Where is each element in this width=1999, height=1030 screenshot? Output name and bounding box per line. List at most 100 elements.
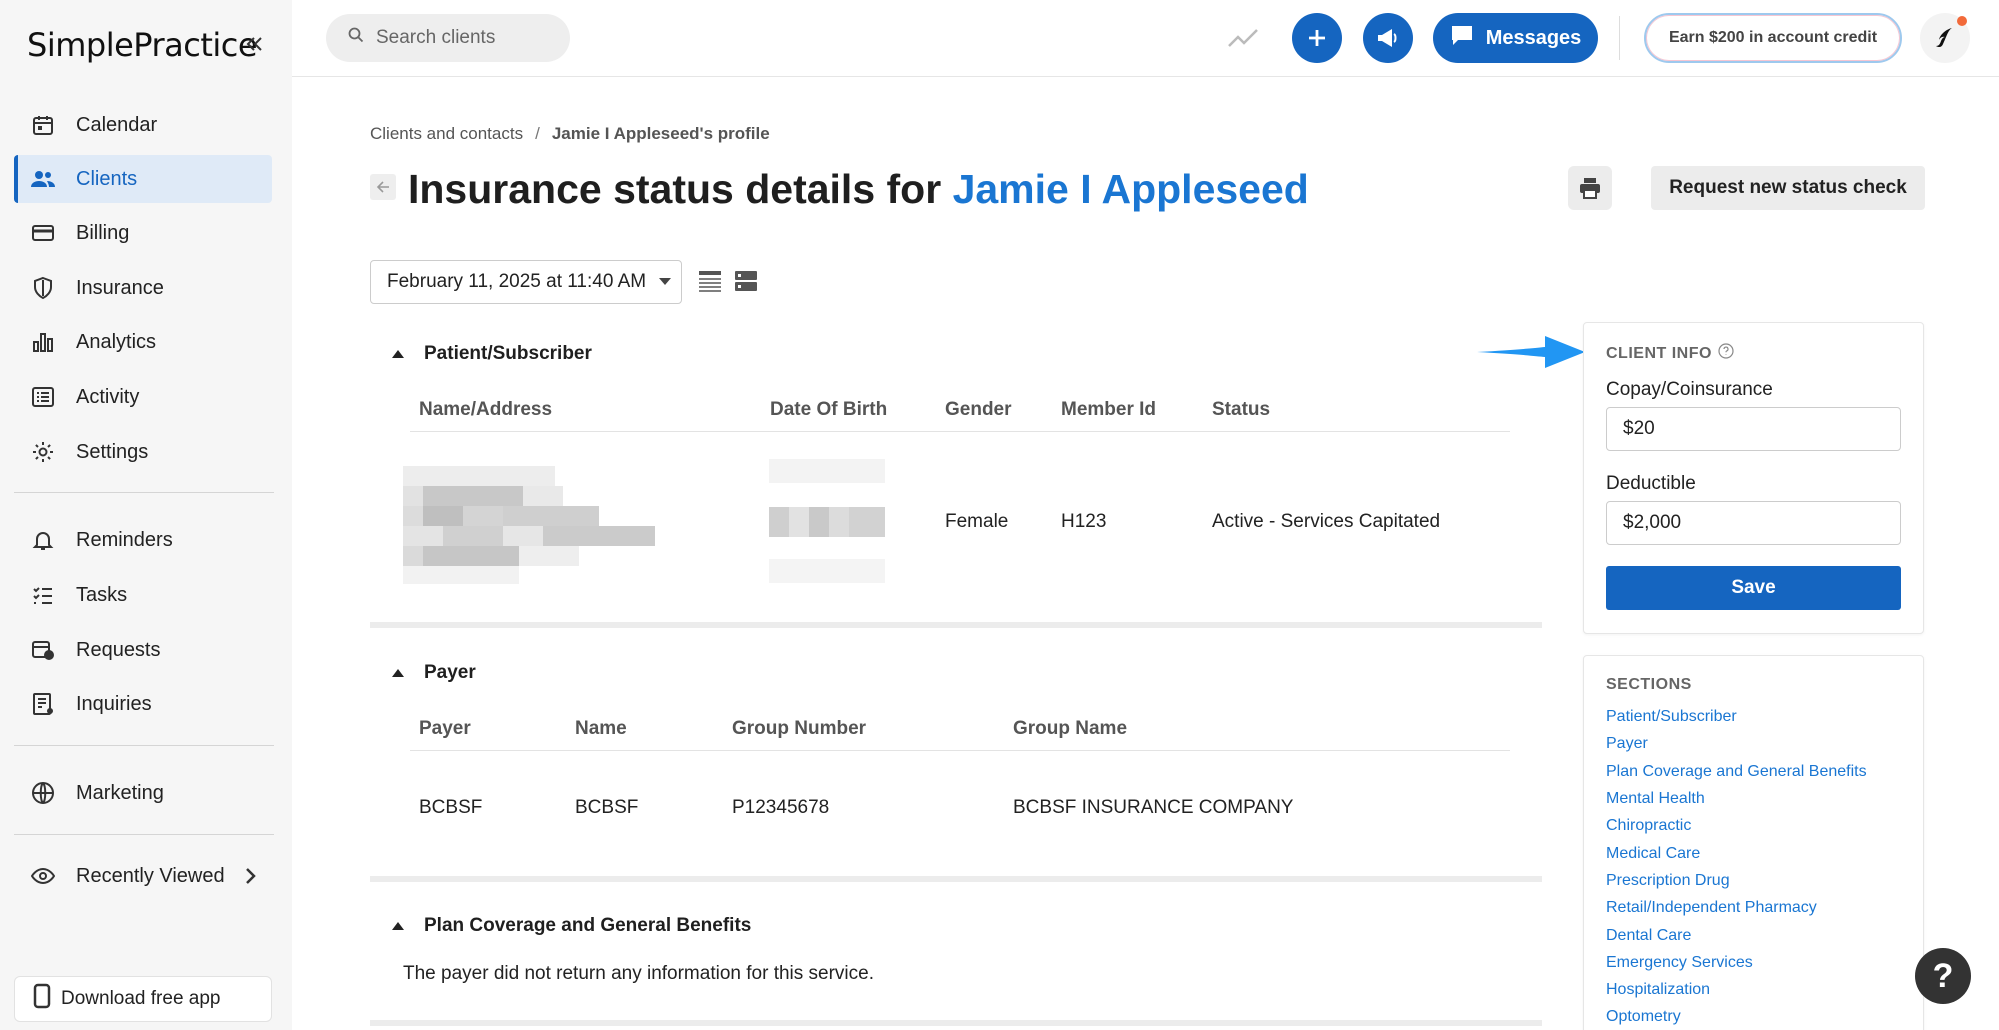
sidebar-item-analytics[interactable]: Analytics: [14, 318, 272, 366]
caret-down-icon: [659, 278, 671, 285]
list-icon: [30, 384, 56, 410]
table-header-divider: [410, 431, 1510, 432]
section-link[interactable]: Optometry: [1606, 1008, 1681, 1026]
section-divider: [370, 622, 1542, 628]
form-icon: [30, 691, 56, 717]
request-status-check-button[interactable]: Request new status check: [1651, 166, 1925, 210]
section-toggle-plan-coverage[interactable]: Plan Coverage and General Benefits: [392, 915, 751, 937]
column-header: Name: [575, 718, 627, 739]
sidebar-item-label: Activity: [76, 385, 140, 408]
column-header: Date Of Birth: [770, 399, 888, 420]
section-link[interactable]: Hospitalization: [1606, 981, 1710, 999]
section-link[interactable]: Chiropractic: [1606, 817, 1691, 835]
sidebar-item-label: Insurance: [76, 276, 164, 299]
avatar[interactable]: [1920, 13, 1970, 63]
earn-credit-button[interactable]: Earn $200 in account credit: [1644, 13, 1902, 63]
breadcrumb-parent-link[interactable]: Clients and contacts: [370, 124, 523, 143]
section-title: Patient/Subscriber: [424, 343, 592, 364]
section-link[interactable]: Dental Care: [1606, 927, 1691, 945]
search-input[interactable]: Search clients: [326, 14, 570, 62]
sidebar-item-marketing[interactable]: Marketing: [14, 769, 272, 817]
section-link[interactable]: Mental Health: [1606, 790, 1705, 808]
sidebar-item-label: Calendar: [76, 113, 158, 136]
annotation-arrow-icon: [1475, 328, 1587, 381]
calendar-clock-icon: [30, 637, 56, 663]
section-title: Payer: [424, 662, 476, 683]
sidebar-item-activity[interactable]: Activity: [14, 373, 272, 421]
sidebar-item-inquiries[interactable]: Inquiries: [14, 680, 272, 728]
patient-member-id: H123: [1061, 511, 1107, 532]
sidebar-item-recently-viewed[interactable]: Recently Viewed: [14, 852, 272, 900]
breadcrumb-current: Jamie I Appleseed's profile: [551, 124, 770, 143]
redacted-date-of-birth: [769, 459, 885, 588]
column-header: Status: [1212, 399, 1271, 420]
plan-coverage-message: The payer did not return any information…: [403, 963, 875, 984]
page-title-prefix: Insurance status details for: [408, 166, 942, 212]
sidebar-item-label: Recently Viewed: [76, 864, 225, 887]
print-button[interactable]: [1568, 166, 1612, 210]
section-toggle-payer[interactable]: Payer: [392, 662, 476, 684]
patient-gender: Female: [945, 511, 1009, 532]
collapse-triangle-icon: [392, 669, 404, 677]
download-app-label: Download free app: [61, 988, 221, 1009]
sidebar-divider: [14, 492, 274, 493]
section-link[interactable]: Plan Coverage and General Benefits: [1606, 763, 1867, 781]
section-link[interactable]: Payer: [1606, 735, 1648, 753]
page-title: Insurance status details for Jamie I App…: [408, 166, 1309, 213]
column-header: Name/Address: [419, 399, 553, 420]
checklist-icon: [30, 582, 56, 608]
copay-label: Copay/Coinsurance: [1606, 379, 1773, 400]
sidebar-item-settings[interactable]: Settings: [14, 428, 272, 476]
announcements-button[interactable]: [1363, 13, 1413, 63]
deductible-input[interactable]: $2,000: [1606, 501, 1901, 545]
chevron-right-icon: [244, 866, 258, 892]
sidebar-item-label: Requests: [76, 638, 161, 661]
breadcrumb-separator: /: [535, 124, 540, 143]
column-header: Gender: [945, 399, 1012, 420]
section-link[interactable]: Medical Care: [1606, 845, 1700, 863]
sidebar-item-billing[interactable]: Billing: [14, 209, 272, 257]
download-app-button[interactable]: Download free app: [14, 976, 272, 1022]
sidebar-item-label: Marketing: [76, 781, 164, 804]
sidebar-item-tasks[interactable]: Tasks: [14, 571, 272, 619]
sidebar-item-clients[interactable]: Clients: [14, 155, 272, 203]
help-circle-icon[interactable]: [1718, 343, 1734, 364]
help-button[interactable]: ?: [1915, 948, 1971, 1004]
collapse-sidebar-icon[interactable]: [240, 30, 268, 58]
payer-name: BCBSF: [575, 797, 639, 818]
section-toggle-patient[interactable]: Patient/Subscriber: [392, 343, 592, 365]
expanded-view-icon[interactable]: [733, 268, 761, 296]
messages-button[interactable]: Messages: [1433, 13, 1598, 63]
deductible-label: Deductible: [1606, 473, 1696, 494]
date-select[interactable]: February 11, 2025 at 11:40 AM: [370, 260, 682, 304]
section-link[interactable]: Patient/Subscriber: [1606, 708, 1737, 726]
printer-icon: [1580, 178, 1600, 199]
app-logo[interactable]: SimplePractice: [27, 26, 258, 64]
sidebar-item-label: Settings: [76, 440, 149, 463]
section-link[interactable]: Prescription Drug: [1606, 872, 1730, 890]
section-link[interactable]: Emergency Services: [1606, 954, 1753, 972]
add-button[interactable]: [1292, 13, 1342, 63]
notification-dot: [1957, 16, 1967, 26]
sidebar-item-calendar[interactable]: Calendar: [14, 101, 272, 149]
client-name-link[interactable]: Jamie I Appleseed: [953, 166, 1309, 212]
gear-icon: [30, 439, 56, 465]
sidebar-item-requests[interactable]: Requests: [14, 626, 272, 674]
save-button[interactable]: Save: [1606, 566, 1901, 610]
section-divider: [370, 876, 1542, 882]
calendar-icon: [30, 112, 56, 138]
eye-icon: [30, 863, 56, 889]
trend-icon[interactable]: [1227, 22, 1259, 59]
redacted-name-address: [403, 466, 655, 589]
sidebar-item-label: Clients: [76, 167, 138, 190]
back-button[interactable]: [370, 174, 396, 200]
sidebar-item-insurance[interactable]: Insurance: [14, 264, 272, 312]
compact-view-icon[interactable]: [697, 268, 725, 296]
sidebar-divider: [14, 834, 274, 835]
sections-panel: SECTIONS Patient/Subscriber Payer Plan C…: [1583, 655, 1924, 1030]
copay-input[interactable]: $20: [1606, 407, 1901, 451]
sidebar-item-reminders[interactable]: Reminders: [14, 516, 272, 564]
topbar-divider: [1619, 16, 1620, 60]
section-link[interactable]: Retail/Independent Pharmacy: [1606, 899, 1817, 917]
payer-group-number: P12345678: [732, 797, 830, 818]
